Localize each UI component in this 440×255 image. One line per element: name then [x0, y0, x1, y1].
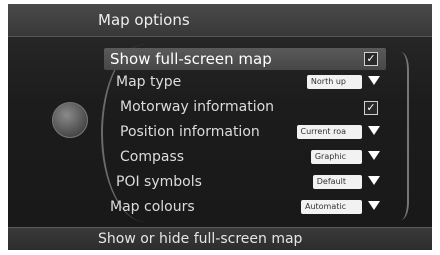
triangle-down-icon	[368, 76, 380, 85]
map-colours-dropdown[interactable]: Automatic	[300, 200, 380, 214]
menu-item-map-colours[interactable]: Map colours Automatic	[104, 197, 386, 219]
menu-item-show-full-screen-map[interactable]: Show full-screen map ✓	[104, 48, 386, 70]
dropdown-value: Graphic	[314, 152, 346, 161]
help-text: Show or hide full-screen map	[98, 231, 303, 247]
map-type-dropdown[interactable]: North up	[306, 75, 380, 89]
menu-item-position-information[interactable]: Position information Current roa	[104, 122, 386, 144]
compass-knob-icon	[52, 102, 88, 138]
dropdown-value: North up	[310, 77, 346, 86]
map-options-screen: Map options Show full-screen map ✓ Map t…	[8, 4, 432, 250]
position-information-dropdown[interactable]: Current roa	[296, 125, 380, 139]
scrollbar[interactable]	[401, 52, 409, 220]
triangle-down-icon	[368, 201, 380, 210]
menu-item-label: Position information	[120, 124, 260, 140]
menu-item-label: Map type	[116, 74, 182, 90]
menu-item-poi-symbols[interactable]: POI symbols Default	[104, 172, 386, 194]
triangle-down-icon	[368, 126, 380, 135]
header-bar: Map options	[8, 4, 432, 37]
menu-item-compass[interactable]: Compass Graphic	[104, 147, 386, 169]
menu-item-label: Motorway information	[120, 99, 275, 115]
menu-item-label: Compass	[120, 149, 185, 165]
checkmark-icon[interactable]: ✓	[364, 101, 378, 115]
menu-item-map-type[interactable]: Map type North up	[104, 72, 386, 94]
footer-bar: Show or hide full-screen map	[8, 227, 432, 250]
checkmark-icon[interactable]: ✓	[364, 52, 378, 66]
dropdown-value: Default	[316, 177, 346, 186]
dropdown-value: Current roa	[300, 127, 347, 136]
page-title: Map options	[98, 11, 190, 29]
menu-item-label: Map colours	[110, 199, 195, 215]
menu-item-motorway-information[interactable]: Motorway information ✓	[104, 97, 386, 119]
triangle-down-icon	[368, 176, 380, 185]
triangle-down-icon	[368, 151, 380, 160]
compass-dropdown[interactable]: Graphic	[310, 150, 380, 164]
poi-symbols-dropdown[interactable]: Default	[312, 175, 380, 189]
dropdown-value: Automatic	[304, 202, 346, 211]
menu-item-label: Show full-screen map	[110, 50, 272, 68]
menu-item-label: POI symbols	[116, 174, 202, 190]
